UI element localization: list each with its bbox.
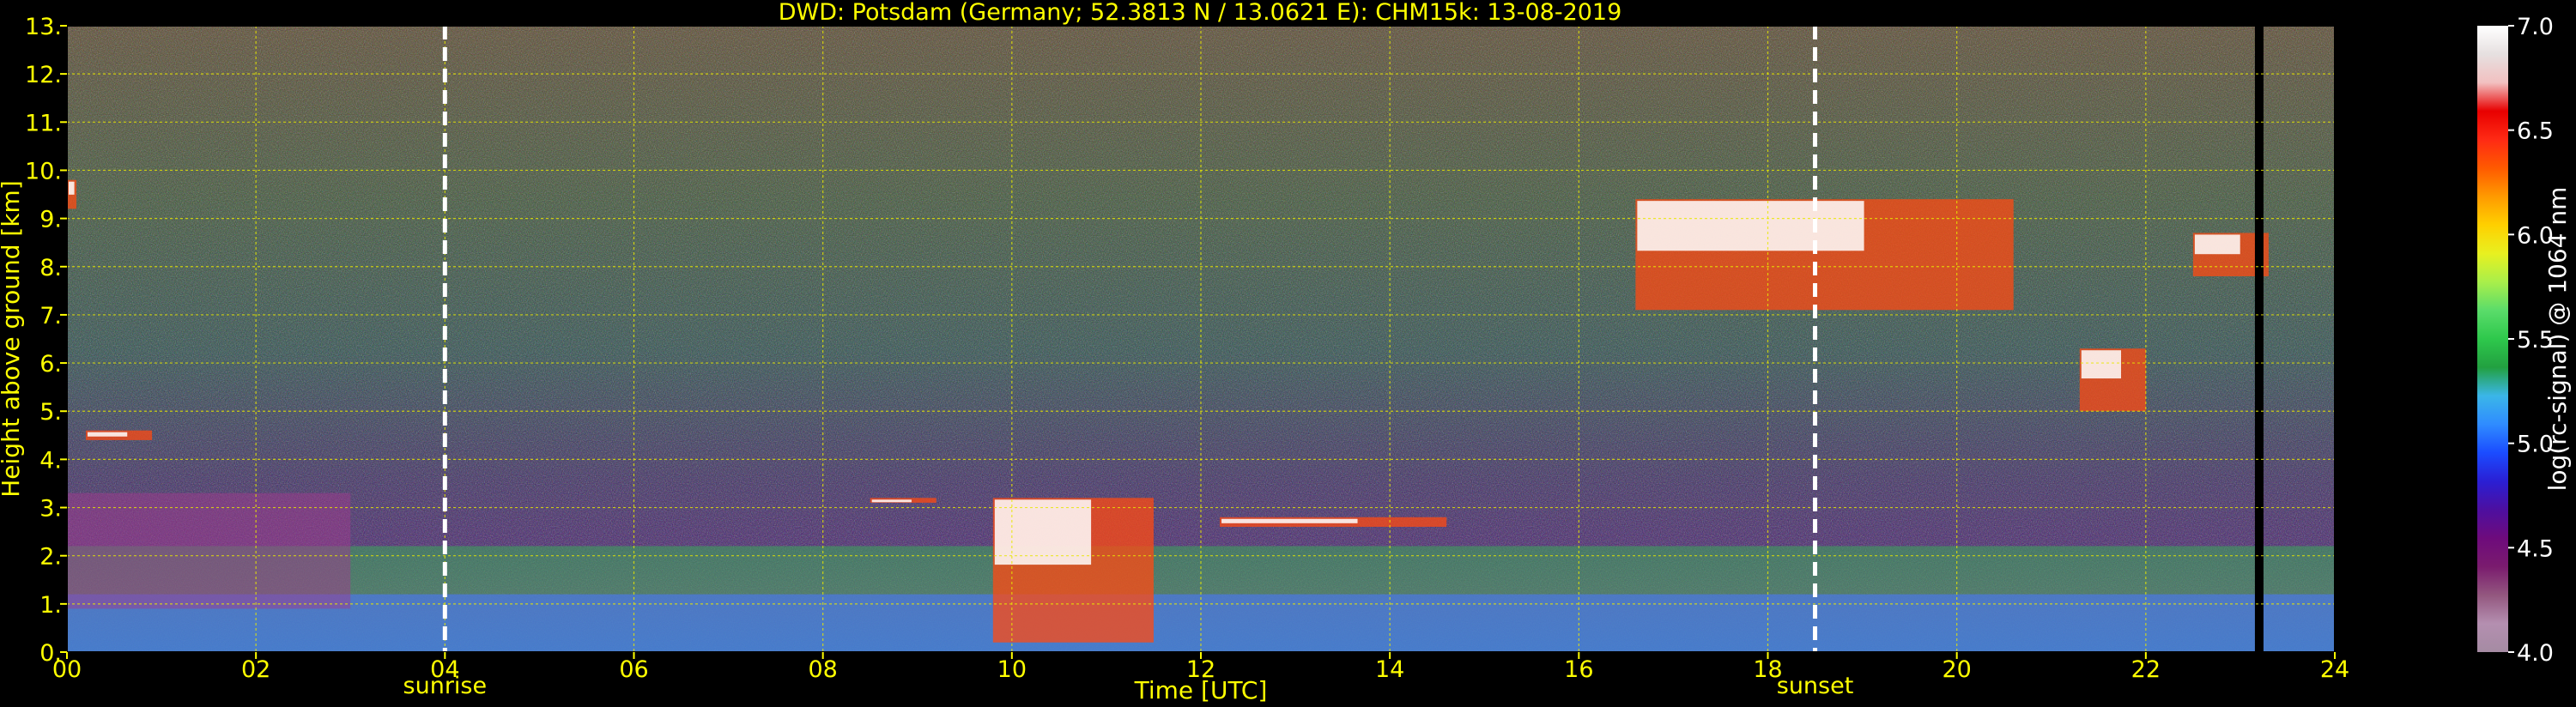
cloud-core (69, 181, 75, 195)
ceilometer-chart: DWD: Potsdam (Germany; 52.3813 N / 13.06… (0, 0, 2572, 704)
y-tick-label: 2. (39, 544, 62, 571)
cloud-core (871, 499, 912, 503)
cloud-core (88, 432, 128, 437)
y-tick-label: 9. (39, 207, 62, 233)
y-tick-label: 8. (39, 255, 62, 281)
plot-area (67, 26, 2335, 652)
x-tick-label: 02 (241, 656, 270, 683)
colorbar-label: log(rc-signal) @ 1064 nm (2543, 187, 2572, 492)
cloud-core (994, 499, 1092, 565)
y-tick-label: 7. (39, 303, 62, 329)
cloud-core (2081, 350, 2122, 379)
colorbar-scale (2477, 26, 2508, 652)
residual-layer (67, 492, 351, 609)
cloud-layer (870, 498, 936, 503)
x-tick-label: 10 (997, 656, 1027, 683)
sun-marker-label: sunrise (403, 673, 488, 699)
cloud-core (1637, 201, 1864, 251)
y-tick-label: 10. (25, 158, 62, 184)
cloud-layer (86, 430, 153, 440)
x-tick-label: 20 (1942, 656, 1971, 683)
cloud-layer (67, 179, 77, 209)
cloud-layer (1220, 517, 1447, 527)
colorbar: 4.04.55.05.56.06.57.0 (2477, 14, 2554, 667)
colorbar-tick-label: 4.5 (2517, 535, 2554, 562)
x-tick-label: 06 (619, 656, 648, 683)
x-tick-label: 14 (1375, 656, 1404, 683)
cloud-layer (992, 498, 1154, 643)
colorbar-tick-label: 7.0 (2517, 14, 2554, 40)
cloud-core (1221, 518, 1358, 523)
y-tick-label: 13. (25, 14, 62, 40)
data-gap-line (2254, 26, 2264, 652)
colorbar-tick-label: 6.5 (2517, 118, 2554, 145)
x-tick-label: 24 (2320, 656, 2349, 683)
y-tick-label: 11. (25, 110, 62, 136)
y-tick-label: 1. (39, 592, 62, 619)
x-axis-label: Time [UTC] (1134, 676, 1268, 704)
y-tick-label: 0. (39, 640, 62, 667)
chart-title: DWD: Potsdam (Germany; 52.3813 N / 13.06… (779, 0, 1622, 26)
x-tick-label: 08 (808, 656, 837, 683)
colorbar-tick-label: 4.0 (2517, 640, 2554, 667)
y-axis-label: Height above ground [km] (0, 180, 25, 498)
y-tick-label: 12. (25, 62, 62, 88)
y-tick-label: 6. (39, 351, 62, 378)
y-tick-label: 3. (39, 496, 62, 523)
x-tick-label: 16 (1564, 656, 1593, 683)
y-tick-label: 5. (39, 399, 62, 426)
sun-marker-label: sunset (1777, 673, 1854, 699)
y-tick-label: 4. (39, 447, 62, 474)
cloud-core (2194, 234, 2240, 255)
x-tick-label: 22 (2131, 656, 2161, 683)
cloud-layer (2079, 348, 2146, 412)
